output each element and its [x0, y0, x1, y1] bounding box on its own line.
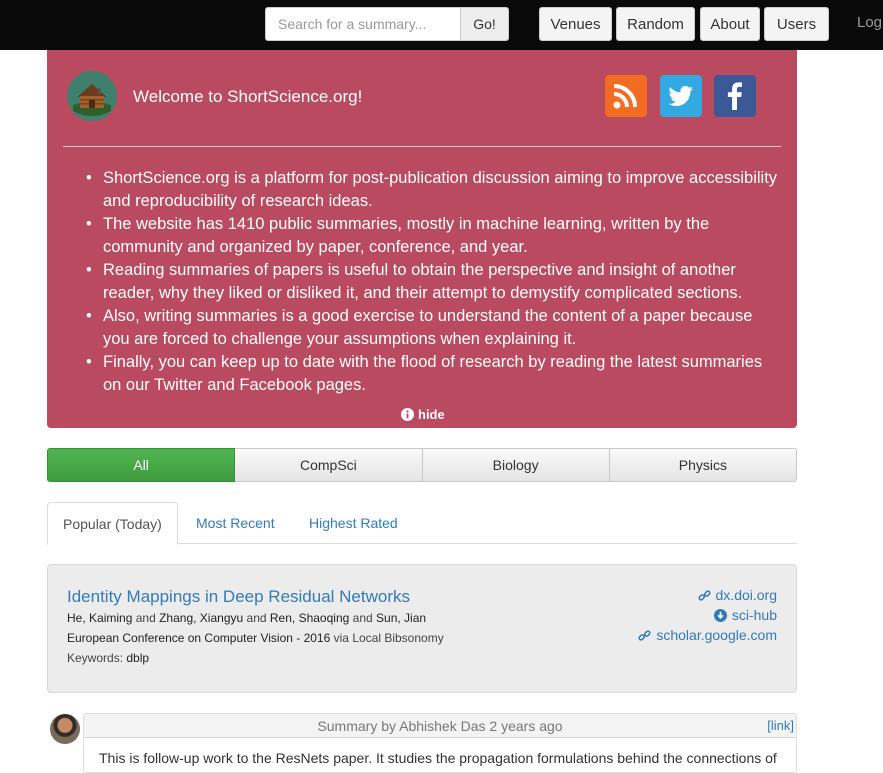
via-label: via: [333, 631, 349, 645]
welcome-divider: [63, 146, 781, 147]
info-circle-icon: [401, 408, 414, 421]
tab-highest-rated[interactable]: Highest Rated: [309, 502, 398, 544]
author-separator: and: [246, 611, 267, 625]
download-circle-icon: [713, 608, 727, 622]
tab-compsci[interactable]: CompSci: [235, 448, 423, 482]
hide-label: hide: [418, 407, 445, 422]
list-item: ShortScience.org is a platform for post-…: [86, 167, 783, 213]
facebook-icon[interactable]: [714, 75, 756, 117]
scholar-link[interactable]: scholar.google.com: [638, 625, 777, 645]
sort-tabs: Popular (Today) Most Recent Highest Rate…: [47, 502, 797, 545]
summary-excerpt: This is follow-up work to the ResNets pa…: [99, 750, 777, 766]
summary-permalink[interactable]: [link]: [767, 718, 794, 733]
scihub-link[interactable]: sci-hub: [638, 605, 777, 625]
tab-most-recent[interactable]: Most Recent: [196, 502, 275, 544]
source-link[interactable]: Local Bibsonomy: [352, 631, 443, 645]
venue-link[interactable]: European Conference on Computer Vision -…: [67, 631, 330, 645]
search-input[interactable]: [265, 7, 461, 41]
tab-popular-today[interactable]: Popular (Today): [47, 502, 178, 545]
tab-physics[interactable]: Physics: [609, 448, 797, 482]
author-name[interactable]: Ren, Shaoqing: [270, 611, 349, 625]
keywords-label: Keywords:: [67, 651, 124, 665]
author-separator: and: [352, 611, 373, 625]
welcome-bullet-list: ShortScience.org is a platform for post-…: [86, 167, 783, 397]
author-name[interactable]: Sun, Jian: [376, 611, 426, 625]
list-item: The website has 1410 public summaries, m…: [86, 213, 783, 259]
summary-byline: Summary by Abhishek Das 2 years ago: [317, 718, 563, 734]
list-item: Also, writing summaries is a good exerci…: [86, 305, 783, 351]
paper-links: dx.doi.org sci-hub scholar.google.com: [638, 585, 777, 645]
avatar[interactable]: [50, 714, 80, 744]
twitter-icon[interactable]: [660, 75, 702, 117]
list-item: Finally, you can keep up to date with th…: [86, 351, 783, 397]
rss-icon[interactable]: [605, 75, 647, 117]
list-item: Reading summaries of papers is useful to…: [86, 259, 783, 305]
paper-card: Identity Mappings in Deep Residual Netwo…: [47, 564, 797, 693]
link-icon: [697, 589, 711, 601]
hide-welcome-button[interactable]: hide: [401, 407, 445, 422]
cabin-logo-icon: [67, 71, 117, 121]
author-separator: and: [135, 611, 156, 625]
summary-card: Summary by Abhishek Das 2 years ago [lin…: [83, 713, 797, 773]
paper-title-link[interactable]: Identity Mappings in Deep Residual Netwo…: [67, 587, 410, 607]
author-name[interactable]: Zhang, Xiangyu: [159, 611, 243, 625]
top-navbar: Go! Venues Random About Users Login: [0, 0, 883, 50]
users-button[interactable]: Users: [764, 7, 829, 41]
paper-venue: European Conference on Computer Vision -…: [67, 631, 444, 645]
search-go-button[interactable]: Go!: [460, 7, 509, 41]
summary-header: Summary by Abhishek Das 2 years ago [lin…: [84, 714, 796, 738]
random-button[interactable]: Random: [616, 7, 695, 41]
welcome-title: Welcome to ShortScience.org!: [133, 87, 363, 106]
login-link[interactable]: Login: [857, 14, 883, 31]
link-icon: [638, 629, 651, 641]
tab-biology[interactable]: Biology: [422, 448, 610, 482]
author-name[interactable]: He, Kaiming: [67, 611, 132, 625]
tab-all[interactable]: All: [47, 448, 236, 482]
keyword-link[interactable]: dblp: [126, 651, 149, 665]
welcome-panel: Welcome to ShortScience.org! ShortScienc…: [47, 50, 797, 428]
doi-link[interactable]: dx.doi.org: [638, 585, 777, 605]
venues-button[interactable]: Venues: [539, 7, 612, 41]
paper-authors: He, Kaiming and Zhang, Xiangyu and Ren, …: [67, 611, 426, 625]
paper-keywords: Keywords: dblp: [67, 651, 149, 665]
category-tabs: All CompSci Biology Physics: [47, 448, 797, 482]
about-button[interactable]: About: [700, 7, 760, 41]
